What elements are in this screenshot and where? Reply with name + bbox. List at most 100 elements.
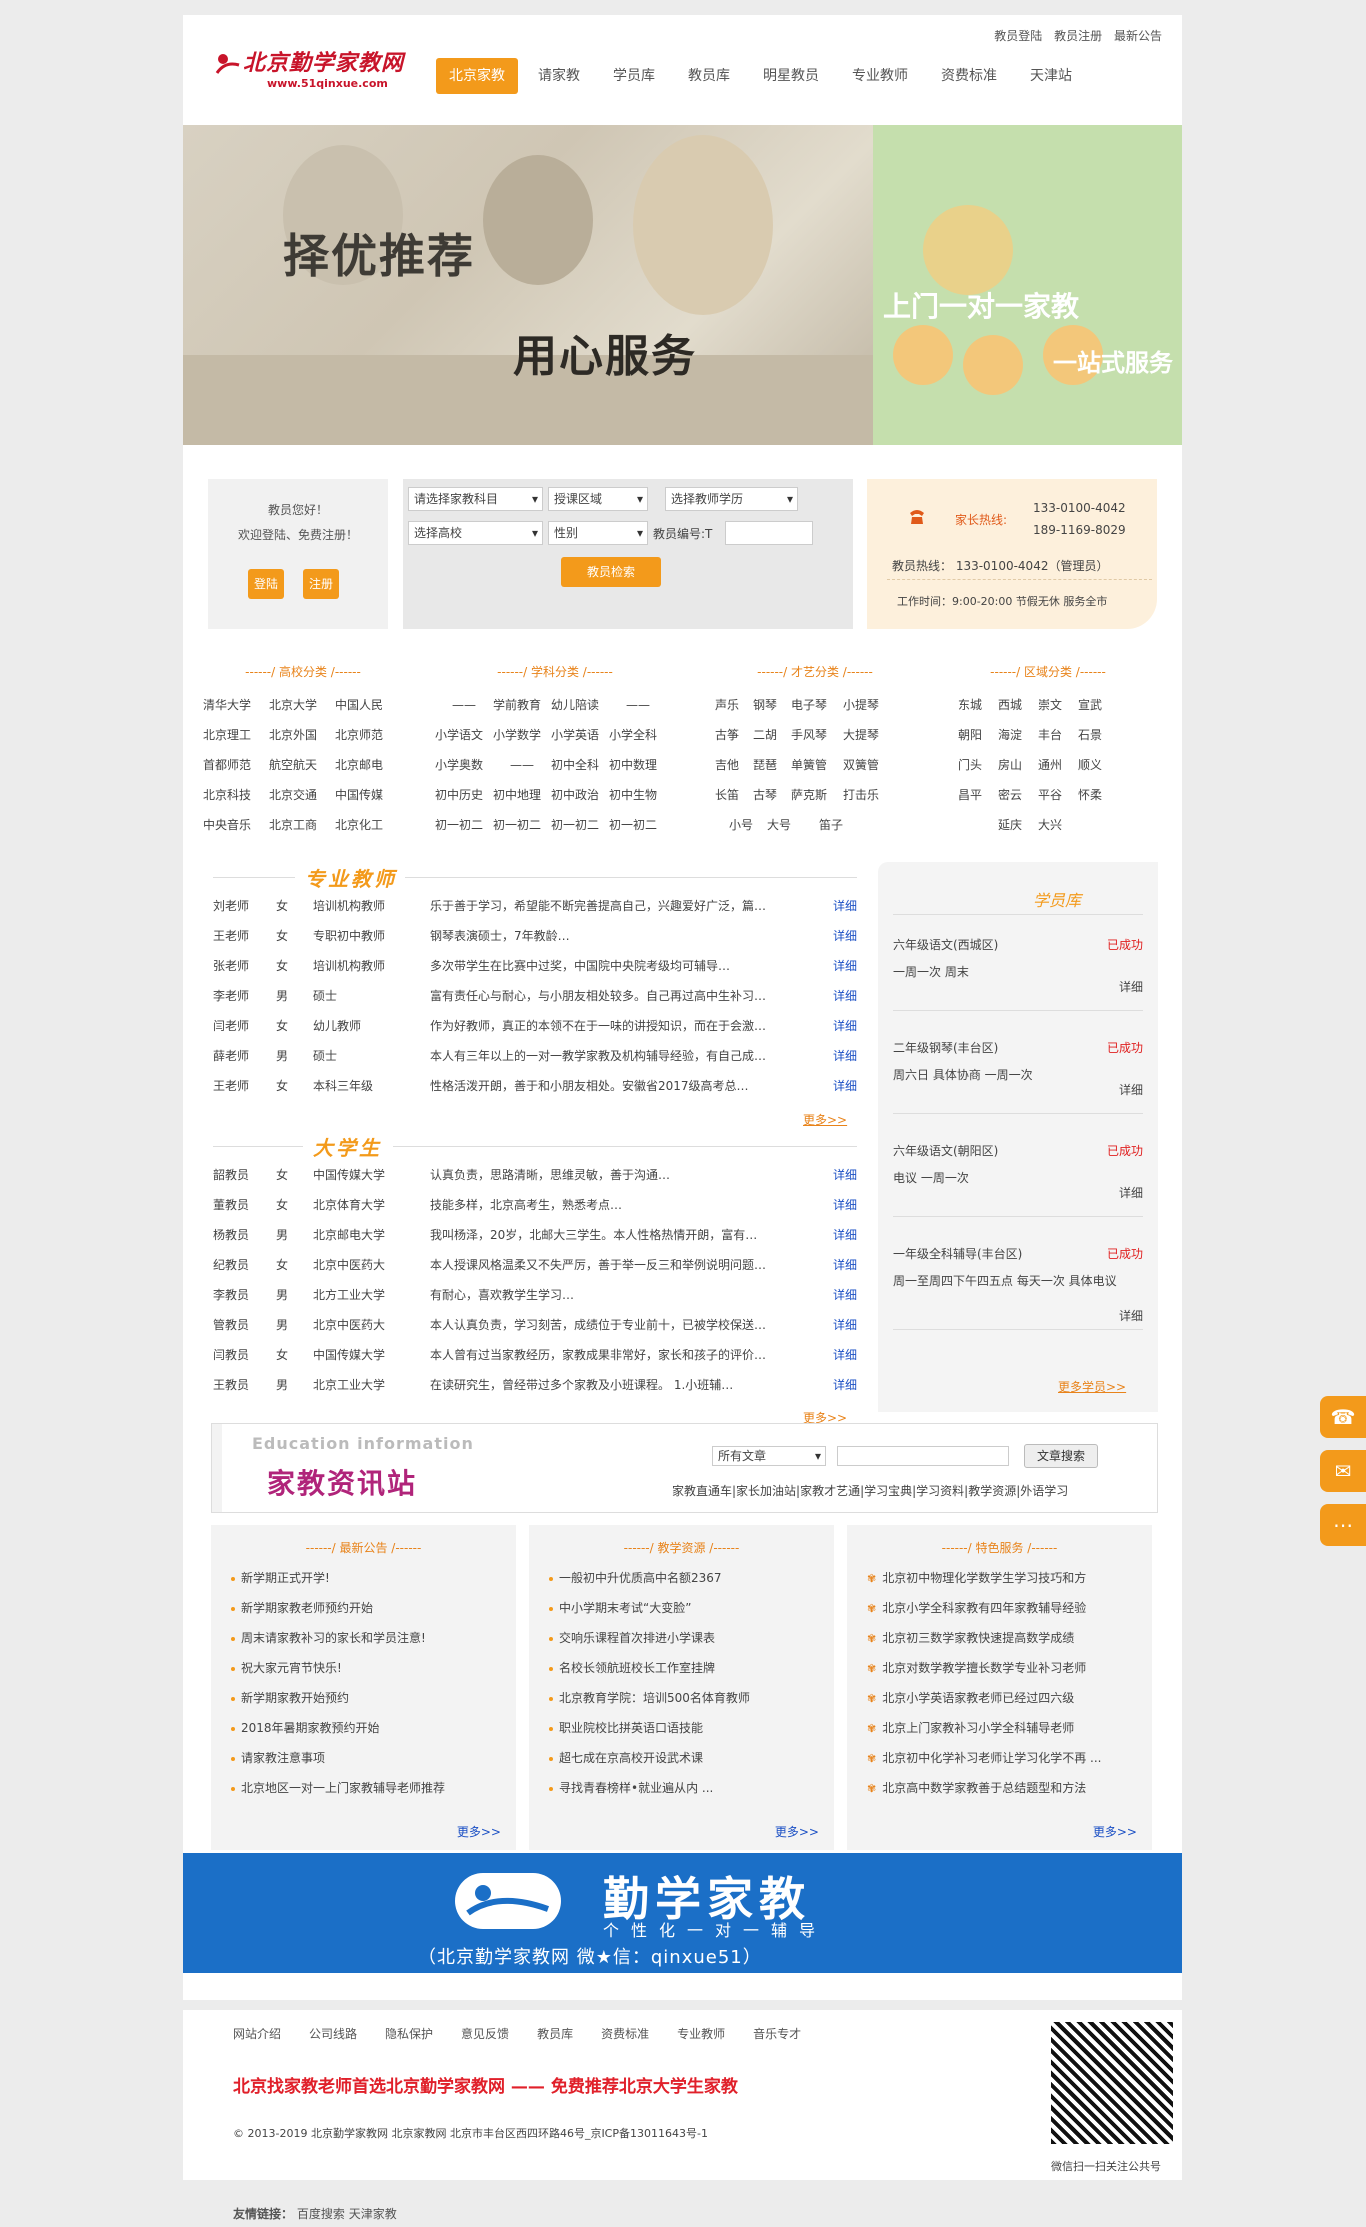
notice-item[interactable]: 2018年暑期家教预约开始: [231, 1713, 380, 1743]
student-card-detail-link[interactable]: 详细: [1119, 1081, 1143, 1098]
category-link[interactable]: 北京邮电: [335, 750, 383, 780]
notice-item[interactable]: 祝大家元宵节快乐!: [231, 1653, 342, 1683]
category-link[interactable]: 朝阳: [958, 720, 998, 750]
category-link[interactable]: 小学语文: [435, 720, 493, 750]
category-link[interactable]: 初中全科: [551, 750, 609, 780]
notice-item[interactable]: ✾ 北京初中化学补习老师让学习化学不再 ...: [867, 1743, 1101, 1773]
friend-link[interactable]: 百度搜索: [297, 2207, 345, 2221]
category-link[interactable]: 怀柔: [1078, 780, 1102, 810]
notice-more-link[interactable]: 更多>>: [775, 1823, 819, 1840]
teacher-detail-link[interactable]: 详细: [833, 1280, 863, 1310]
notice-item[interactable]: ✾ 北京小学英语家教老师已经过四六级: [867, 1683, 1074, 1713]
student-card-detail-link[interactable]: 详细: [1119, 1184, 1143, 1201]
footer-link[interactable]: 音乐专才: [753, 2025, 801, 2042]
teacher-detail-link[interactable]: 详细: [833, 1160, 863, 1190]
category-link[interactable]: 电子琴: [791, 690, 843, 720]
category-link[interactable]: 初一初二: [493, 810, 551, 840]
nav-teacher-lib[interactable]: 教员库: [675, 58, 743, 94]
teacher-row[interactable]: 董教员 女 北京体育大学 技能多样，北京高考生，熟悉考点… 详细: [213, 1190, 863, 1220]
category-link[interactable]: 古琴: [753, 780, 791, 810]
footer-link[interactable]: 隐私保护: [385, 2025, 433, 2042]
notice-item[interactable]: 新学期正式开学!: [231, 1563, 330, 1593]
notice-item[interactable]: 请家教注意事项: [231, 1743, 325, 1773]
category-link[interactable]: 通州: [1038, 750, 1078, 780]
more-students-link[interactable]: 更多学员>>: [1058, 1378, 1126, 1395]
teacher-detail-link[interactable]: 详细: [833, 1220, 863, 1250]
category-link[interactable]: 初中地理: [493, 780, 551, 810]
teacher-row[interactable]: 张老师 女 培训机构教师 多次带学生在比赛中过奖，中国院中央院考级均可辅导… 详细: [213, 951, 863, 981]
category-link[interactable]: 中央音乐: [203, 810, 269, 840]
category-link[interactable]: 幼儿陪读: [551, 690, 609, 720]
notice-item[interactable]: 交响乐课程首次排进小学课表: [549, 1623, 715, 1653]
nav-student-lib[interactable]: 学员库: [600, 58, 668, 94]
category-link[interactable]: ——: [609, 690, 667, 720]
teacher-row[interactable]: 杨教员 男 北京邮电大学 我叫杨泽，20岁，北邮大三学生。本人性格热情开朗，富有… 详细: [213, 1220, 863, 1250]
news-category-links[interactable]: 家教直通车|家长加油站|家教才艺通|学习宝典|学习资料|教学资源|外语学习: [672, 1482, 1068, 1499]
nav-beijing[interactable]: 北京家教: [436, 58, 518, 94]
category-link[interactable]: 钢琴: [753, 690, 791, 720]
nav-tianjin[interactable]: 天津站: [1017, 58, 1085, 94]
teacher-row[interactable]: 李教员 男 北方工业大学 有耐心，喜欢教学生学习… 详细: [213, 1280, 863, 1310]
notice-item[interactable]: 北京教育学院：培训500名体育教师: [549, 1683, 750, 1713]
category-link[interactable]: 西城: [998, 690, 1038, 720]
category-link[interactable]: ——: [435, 690, 493, 720]
article-search-button[interactable]: 文章搜索: [1024, 1444, 1098, 1468]
teacher-row[interactable]: 薛老师 男 硕士 本人有三年以上的一对一教学家教及机构辅导经验，有自己成… 详细: [213, 1041, 863, 1071]
notice-more-link[interactable]: 更多>>: [1093, 1823, 1137, 1840]
notice-item[interactable]: 中小学期末考试“大变脸”: [549, 1593, 691, 1623]
education-select[interactable]: 选择教师学历: [665, 487, 798, 511]
teacher-detail-link[interactable]: 详细: [833, 1011, 863, 1041]
notice-item[interactable]: 寻找青春榜样•就业遍从内 ...: [549, 1773, 713, 1803]
student-card-detail-link[interactable]: 详细: [1119, 1307, 1143, 1324]
teacher-detail-link[interactable]: 详细: [833, 1250, 863, 1280]
category-link[interactable]: 房山: [998, 750, 1038, 780]
category-link[interactable]: 二胡: [753, 720, 791, 750]
category-link[interactable]: 初中数理: [609, 750, 667, 780]
category-link[interactable]: 平谷: [1038, 780, 1078, 810]
category-link[interactable]: 中国人民: [335, 690, 383, 720]
footer-link[interactable]: 公司线路: [309, 2025, 357, 2042]
teacher-no-input[interactable]: [725, 521, 813, 545]
nav-request-tutor[interactable]: 请家教: [525, 58, 593, 94]
latest-notice-link[interactable]: 最新公告: [1114, 29, 1162, 43]
site-logo[interactable]: 北京勤学家教网 www.51qinxue.com: [215, 45, 415, 100]
category-link[interactable]: 北京师范: [335, 720, 383, 750]
notice-item[interactable]: ✾ 北京高中数学家教善于总结题型和方法: [867, 1773, 1086, 1803]
pro-teachers-more-link[interactable]: 更多>>: [803, 1111, 847, 1128]
category-link[interactable]: 初中政治: [551, 780, 609, 810]
category-link[interactable]: 初中历史: [435, 780, 493, 810]
category-link[interactable]: 学前教育: [493, 690, 551, 720]
student-card-detail-link[interactable]: 详细: [1119, 978, 1143, 995]
teacher-detail-link[interactable]: 详细: [833, 951, 863, 981]
category-link[interactable]: ——: [493, 750, 551, 780]
footer-link[interactable]: 资费标准: [601, 2025, 649, 2042]
teacher-detail-link[interactable]: 详细: [833, 1340, 863, 1370]
nav-star-teachers[interactable]: 明星教员: [750, 58, 832, 94]
teacher-search-button[interactable]: 教员检索: [561, 557, 661, 587]
student-card[interactable]: 六年级语文(朝阳区) 已成功 电议 一周一次 详细: [893, 1142, 1143, 1217]
category-link[interactable]: 清华大学: [203, 690, 269, 720]
gender-select[interactable]: 性别: [548, 521, 648, 545]
nav-pro-teachers[interactable]: 专业教师: [839, 58, 921, 94]
student-card[interactable]: 二年级钢琴(丰台区) 已成功 周六日 具体协商 一周一次 详细: [893, 1039, 1143, 1114]
notice-item[interactable]: 超七成在京高校开设武术课: [549, 1743, 703, 1773]
teacher-login-link[interactable]: 教员登陆: [994, 29, 1042, 43]
register-button[interactable]: 注册: [303, 569, 339, 599]
footer-link[interactable]: 教员库: [537, 2025, 573, 2042]
teacher-row[interactable]: 纪教员 女 北京中医药大 本人授课风格温柔又不失严厉，善于举一反三和举例说明问题… 详细: [213, 1250, 863, 1280]
category-link[interactable]: 密云: [998, 780, 1038, 810]
wechat-float-button[interactable]: ✉: [1320, 1450, 1366, 1492]
notice-item[interactable]: ✾ 北京初中物理化学数学生学习技巧和方: [867, 1563, 1086, 1593]
category-link[interactable]: 顺义: [1078, 750, 1102, 780]
category-link[interactable]: 初一初二: [609, 810, 667, 840]
teacher-row[interactable]: 刘老师 女 培训机构教师 乐于善于学习，希望能不断完善提高自己，兴趣爱好广泛，篇… 详细: [213, 891, 863, 921]
article-search-input[interactable]: [837, 1446, 1009, 1466]
article-category-select[interactable]: 所有文章: [712, 1446, 826, 1466]
category-link[interactable]: 中国传媒: [335, 780, 383, 810]
category-link[interactable]: 首都师范: [203, 750, 269, 780]
category-link[interactable]: 北京外国: [269, 720, 335, 750]
more-float-button[interactable]: ⋯: [1320, 1504, 1366, 1546]
notice-more-link[interactable]: 更多>>: [457, 1823, 501, 1840]
category-link[interactable]: 崇文: [1038, 690, 1078, 720]
category-link[interactable]: 大号: [767, 810, 819, 840]
